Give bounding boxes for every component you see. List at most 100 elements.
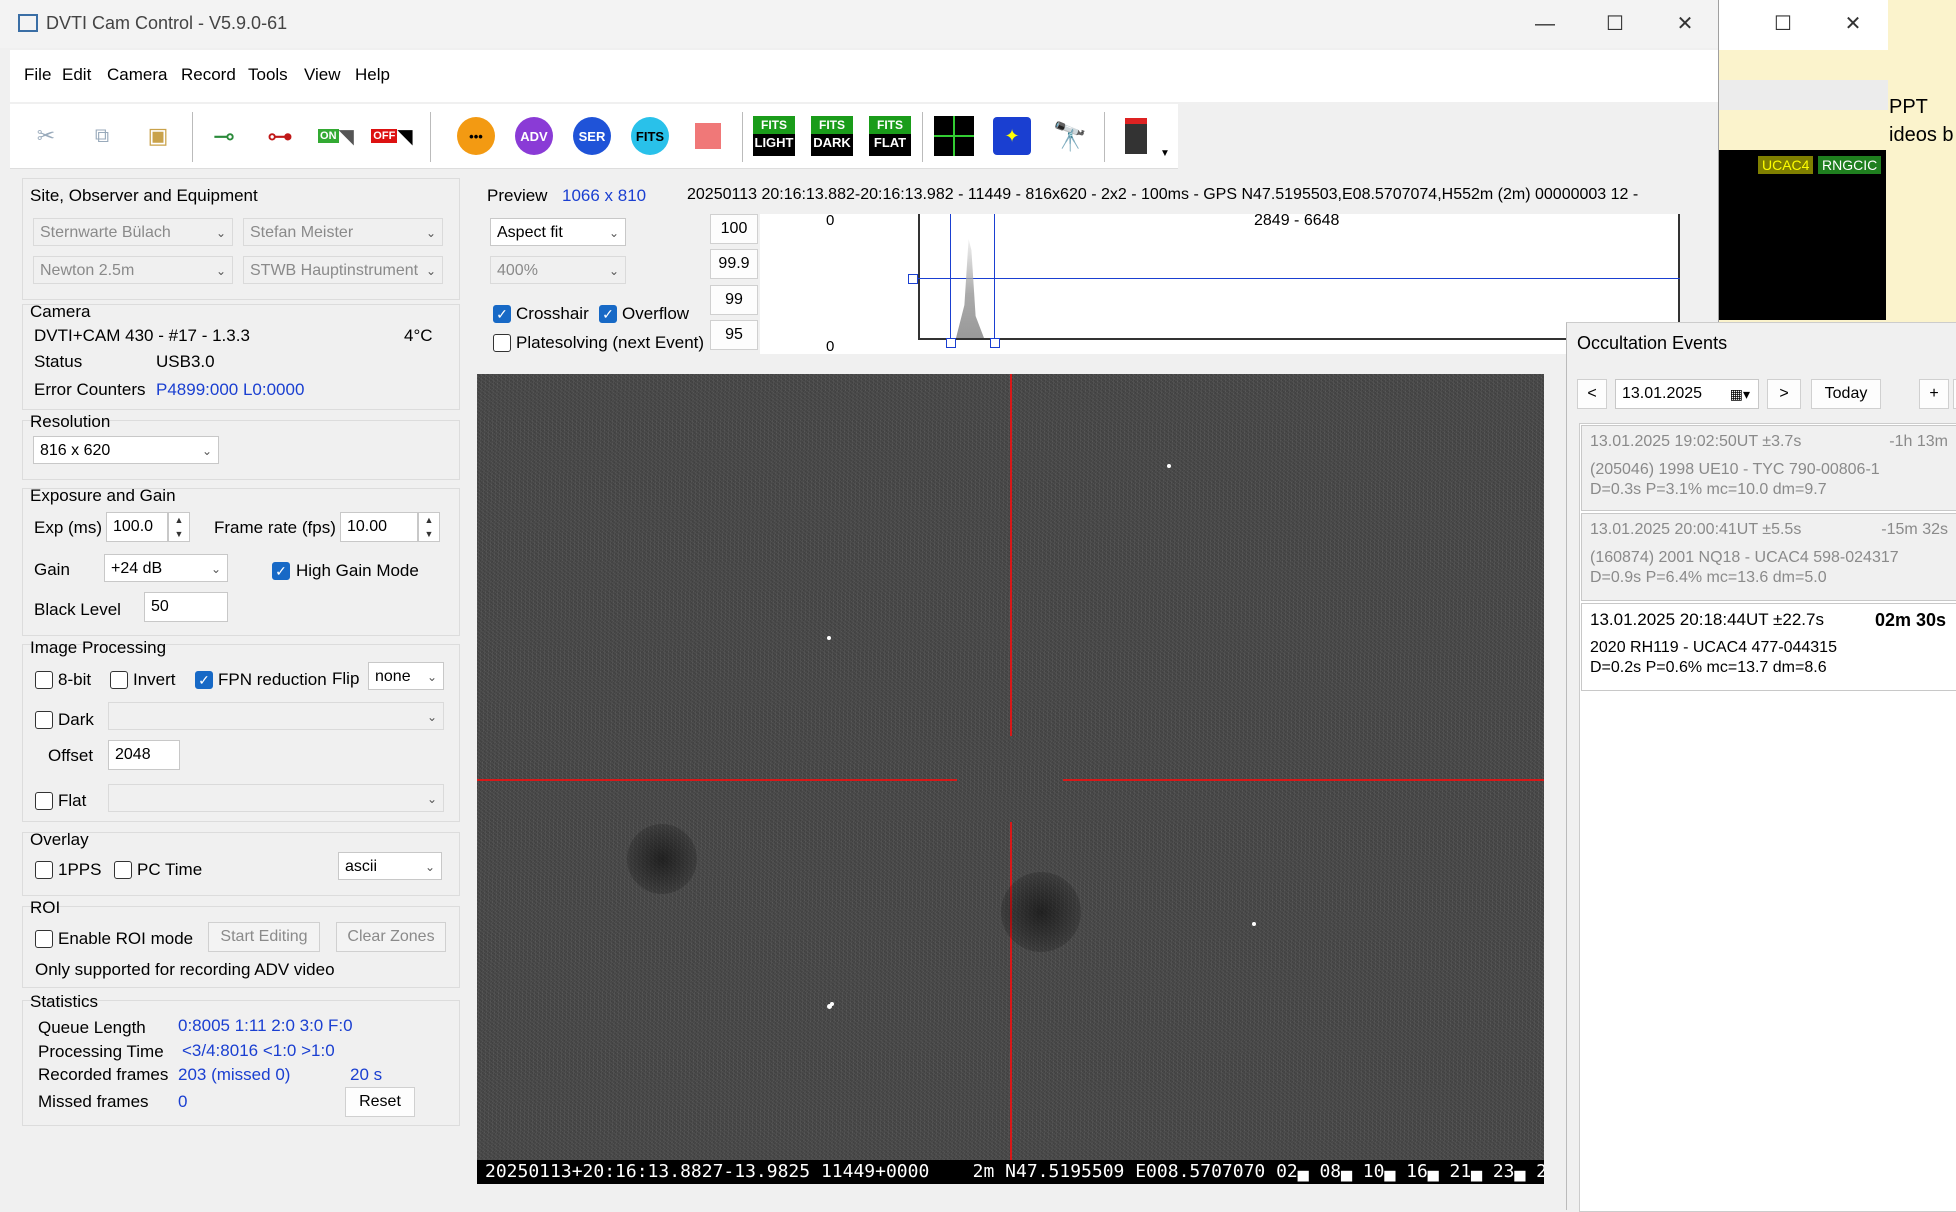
zoom-select[interactable]: 400% ⌄ <box>490 256 626 284</box>
record-ser-button[interactable]: SER <box>570 114 614 158</box>
fits-light-button[interactable]: FITS LIGHT <box>752 114 796 158</box>
frame-rate-input[interactable]: 10.00 <box>340 512 418 542</box>
platesolve-icon[interactable]: ✦ <box>990 114 1034 158</box>
1pps-label: 1PPS <box>58 860 102 879</box>
prev-day-button[interactable]: < <box>1577 379 1607 409</box>
bg-close-button[interactable]: ✕ <box>1828 8 1878 40</box>
site-select[interactable]: Sternwarte Bülach ⌄ <box>33 218 233 246</box>
resolution-select[interactable]: 816 x 620 ⌄ <box>33 436 219 464</box>
fits-flat-button[interactable]: FITS FLAT <box>868 114 912 158</box>
crosshair-vertical-bottom <box>1010 822 1012 1160</box>
gps-device-icon[interactable] <box>1114 114 1158 158</box>
fpn-reduction-checkbox[interactable]: ✓ <box>195 671 213 689</box>
event-item-current[interactable]: 13.01.2025 20:18:44UT ±22.7s 02m 30s 202… <box>1581 603 1956 691</box>
fit-mode-select[interactable]: Aspect fit ⌄ <box>490 218 626 246</box>
bg-maximize-button[interactable]: ☐ <box>1758 8 1808 40</box>
level-100-button[interactable]: 100 <box>710 214 758 244</box>
flat-checkbox[interactable] <box>35 792 53 810</box>
maximize-button[interactable]: ☐ <box>1590 8 1640 40</box>
telescope-icon[interactable]: 🔭 <box>1048 114 1092 158</box>
event-date-input[interactable]: 13.01.2025 ▦▾ <box>1615 379 1759 409</box>
instrument-select[interactable]: STWB Hauptinstrument ⌄ <box>243 256 443 284</box>
menu-edit[interactable]: Edit <box>62 65 91 85</box>
flat-frame-select[interactable]: ⌄ <box>108 784 444 812</box>
next-day-button[interactable]: > <box>1767 379 1801 409</box>
exposure-input[interactable]: 100.0 <box>106 512 168 542</box>
menu-view[interactable]: View <box>304 65 341 85</box>
roi-title: ROI <box>30 898 61 917</box>
reset-button[interactable]: Reset <box>345 1087 415 1117</box>
frame-rate-stepper[interactable]: ▲ ▼ <box>418 512 440 542</box>
camera-model: DVTI+CAM 430 - #17 - 1.3.3 <box>34 326 250 345</box>
events-title: Occultation Events <box>1577 333 1728 353</box>
level-99-button[interactable]: 99 <box>710 285 758 315</box>
today-button[interactable]: Today <box>1811 379 1881 409</box>
black-level-input[interactable]: 50 <box>144 592 228 622</box>
8bit-checkbox[interactable] <box>35 671 53 689</box>
menu-help[interactable]: Help <box>355 65 390 85</box>
record-dots-button[interactable]: ••• <box>454 114 498 158</box>
observer-select[interactable]: Stefan Meister ⌄ <box>243 218 443 246</box>
crosshair-checkbox[interactable]: ✓ <box>493 305 511 323</box>
processing-time-label: Processing Time <box>38 1042 164 1061</box>
app-icon <box>18 14 38 32</box>
menu-file[interactable]: File <box>24 65 51 85</box>
site-group-title: Site, Observer and Equipment <box>30 186 258 205</box>
menu-tools[interactable]: Tools <box>248 65 288 85</box>
close-button[interactable]: ✕ <box>1660 8 1710 40</box>
add-event-button[interactable]: + <box>1919 379 1949 409</box>
cut-icon[interactable]: ✂ <box>24 114 68 158</box>
starfield-icon[interactable] <box>932 114 976 158</box>
exposure-stepper[interactable]: ▲ ▼ <box>168 512 190 542</box>
connect-icon[interactable]: ⊸ <box>202 114 246 158</box>
clear-zones-button[interactable]: Clear Zones <box>336 922 446 952</box>
roi-mode-checkbox[interactable] <box>35 930 53 948</box>
pc-time-checkbox[interactable] <box>114 861 132 879</box>
overlay-format-select[interactable]: ascii ⌄ <box>338 852 442 880</box>
dark-frame-select[interactable]: ⌄ <box>108 702 444 730</box>
dark-label: Dark <box>58 710 94 729</box>
queue-length-value: 0:8005 1:11 2:0 3:0 F:0 <box>178 1016 353 1035</box>
dark-checkbox[interactable] <box>35 711 53 729</box>
event-item[interactable]: 13.01.2025 20:00:41UT ±5.5s -15m 32s (16… <box>1581 513 1956 601</box>
occultation-events-panel: Occultation Events < 13.01.2025 ▦▾ > Toda… <box>1566 322 1956 1212</box>
overflow-checkbox[interactable]: ✓ <box>599 305 617 323</box>
background-window-titlebar: ☐ ✕ <box>1718 0 1888 50</box>
error-counters-label: Error Counters <box>34 380 146 399</box>
roi-mode-label: Enable ROI mode <box>58 929 194 948</box>
disconnect-icon[interactable]: ⊶ <box>258 114 302 158</box>
stop-icon[interactable] <box>686 114 730 158</box>
menu-camera[interactable]: Camera <box>107 65 167 85</box>
record-adv-button[interactable]: ADV <box>512 114 556 158</box>
preview-image[interactable]: 20250113+20:16:13.8827-13.9825 11449+000… <box>477 374 1544 1184</box>
camera-off-icon[interactable]: OFF ◥ <box>370 114 414 158</box>
level-95-button[interactable]: 95 <box>710 320 758 350</box>
fits-dark-button[interactable]: FITS DARK <box>810 114 854 158</box>
badge-rngcic: RNGCIC <box>1818 156 1882 174</box>
missed-frames-value: 0 <box>178 1092 188 1111</box>
level-99-9-button[interactable]: 99.9 <box>710 249 758 279</box>
offset-input[interactable]: 2048 <box>108 740 180 770</box>
resolution-title: Resolution <box>30 412 111 431</box>
menu-record[interactable]: Record <box>181 65 236 85</box>
8bit-label: 8-bit <box>58 670 92 689</box>
platesolving-checkbox[interactable] <box>493 334 511 352</box>
gain-select[interactable]: +24 dB ⌄ <box>104 554 228 582</box>
event-item[interactable]: 13.01.2025 19:02:50UT ±3.7s -1h 13m (205… <box>1581 425 1956 511</box>
flip-select[interactable]: none ⌄ <box>368 662 444 690</box>
pc-time-label: PC Time <box>137 860 203 879</box>
background-text-2: ideos b <box>1889 124 1954 146</box>
record-fits-button[interactable]: FITS <box>628 114 672 158</box>
badge-ucac4: UCAC4 <box>1758 156 1814 174</box>
telescope-select[interactable]: Newton 2.5m ⌄ <box>33 256 233 284</box>
histogram[interactable]: 0 0 2849 - 6648 <box>760 212 1680 355</box>
copy-icon[interactable]: ⧉ <box>80 114 124 158</box>
invert-checkbox[interactable] <box>110 671 128 689</box>
camera-on-icon[interactable]: ON ◥ <box>314 114 358 158</box>
minimize-button[interactable]: — <box>1520 8 1570 40</box>
start-editing-button[interactable]: Start Editing <box>208 922 320 952</box>
toolbar-overflow-icon[interactable]: ▼ <box>1160 148 1170 159</box>
high-gain-checkbox[interactable]: ✓ <box>272 562 290 580</box>
1pps-checkbox[interactable] <box>35 861 53 879</box>
paste-icon[interactable]: ▣ <box>136 114 180 158</box>
